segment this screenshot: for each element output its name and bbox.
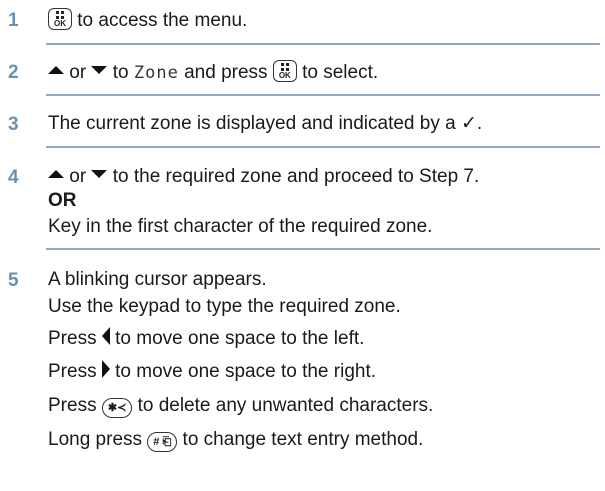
divider — [46, 146, 600, 148]
hash-key-icon: # ⎗ — [147, 432, 178, 452]
star-delete-key-icon: ✱≺ — [101, 398, 133, 418]
step-4-line-3: Key in the first character of the requir… — [48, 216, 433, 237]
ok-key-label: OK — [54, 19, 66, 28]
step-2-line: or to Zone and press OK to select. — [48, 60, 378, 85]
right-arrow-icon — [101, 360, 110, 378]
step-number: 5 — [8, 270, 19, 291]
left-arrow-icon — [101, 327, 110, 345]
step-5-line-3: Press to move one space to the left. — [48, 327, 365, 349]
divider — [46, 94, 600, 96]
down-arrow-icon — [91, 66, 108, 74]
step-5-line-2: Use the keypad to type the required zone… — [48, 296, 401, 317]
step-5-line-1: A blinking cursor appears. — [48, 269, 267, 290]
divider — [46, 248, 600, 250]
menu-item-zone: Zone — [133, 63, 179, 83]
step-1-line: OK to access the menu. — [48, 8, 247, 33]
up-arrow-icon — [48, 66, 64, 74]
step-number: 4 — [8, 167, 19, 188]
step-number: 2 — [8, 62, 19, 83]
step-3-line: The current zone is displayed and indica… — [48, 113, 483, 134]
menu-ok-key-icon: OK — [272, 60, 297, 82]
step-5-line-5: Press ✱≺ to delete any unwanted characte… — [48, 395, 434, 418]
step-number: 1 — [8, 10, 19, 31]
menu-ok-key-icon: OK — [48, 8, 72, 30]
step-4-line-1: or to the required zone and proceed to S… — [48, 165, 479, 189]
step-5-line-6: Long press # ⎗ to change text entry meth… — [48, 429, 424, 452]
divider — [46, 43, 600, 45]
up-arrow-icon — [48, 170, 64, 178]
step-number: 3 — [8, 114, 19, 135]
step-1-text: to access the menu. — [72, 10, 248, 31]
down-arrow-icon — [91, 170, 108, 178]
or-label: OR — [48, 190, 77, 211]
step-5-line-4: Press to move one space to the right. — [48, 360, 377, 382]
